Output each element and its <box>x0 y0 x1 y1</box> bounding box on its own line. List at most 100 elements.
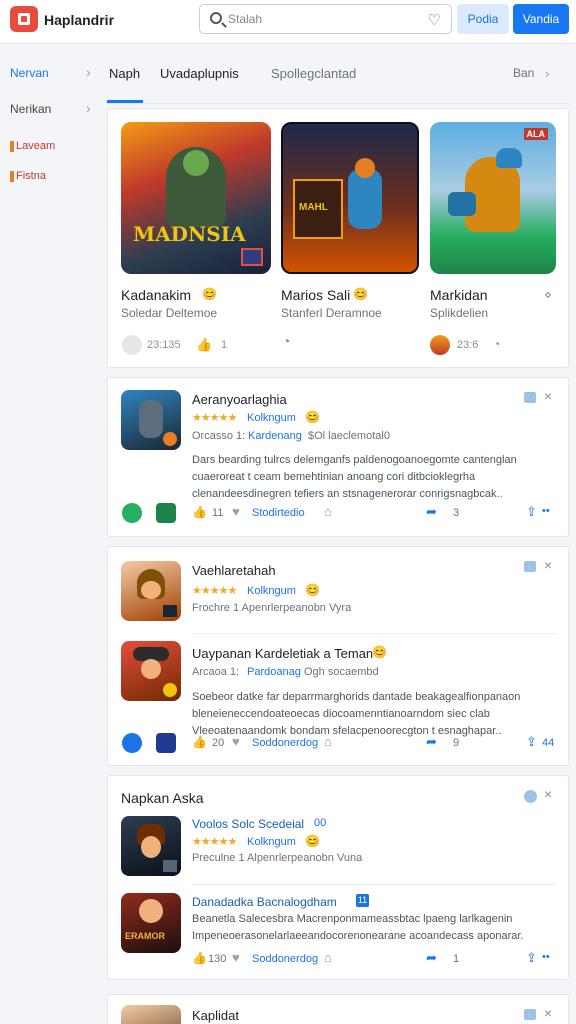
thumb-art-text: ALA <box>523 128 548 140</box>
close-icon[interactable]: × <box>544 388 552 404</box>
comment-icon[interactable]: ◔ <box>282 333 290 349</box>
share-icon[interactable]: ➦ <box>426 504 437 520</box>
close-icon[interactable]: × <box>544 557 552 573</box>
share-icon[interactable]: ➦ <box>426 950 437 966</box>
title-badge: 00 <box>314 817 327 829</box>
like-count: 1 <box>221 339 228 351</box>
close-icon[interactable]: × <box>544 786 552 802</box>
reply-link[interactable]: Soddonerdog <box>252 953 318 965</box>
sub-info-link[interactable]: Pardoanag <box>247 666 301 678</box>
bookmark-icon[interactable] <box>524 790 537 803</box>
chevron-right-icon[interactable]: › <box>86 100 91 116</box>
post-title[interactable]: Voolos Solc Scedeial <box>192 817 304 831</box>
heart-icon[interactable]: ♡ <box>428 11 441 29</box>
divider <box>192 633 557 634</box>
bookmark-icon[interactable] <box>524 392 536 403</box>
reply-link[interactable]: Stodirtedio <box>252 507 305 519</box>
heart-icon[interactable]: ♥ <box>232 734 240 749</box>
export-icon[interactable]: ⇪ <box>526 504 537 520</box>
game-subtitle: Soledar Deltemoe <box>121 306 218 320</box>
app-badge-icon <box>156 503 176 523</box>
status-icon <box>122 503 142 523</box>
more-icon[interactable]: •• <box>542 505 550 517</box>
post-info-prefix: Orcasso 1: <box>192 430 246 442</box>
game-thumbnail[interactable]: MADNSIA <box>121 122 271 274</box>
tab-1[interactable]: Naph <box>109 66 140 81</box>
sidebar-item-3[interactable]: Laveam <box>16 140 55 152</box>
post-title[interactable]: Kaplidat <box>192 1008 239 1023</box>
comment-icon[interactable]: ◔ <box>493 337 500 351</box>
post-info: Preculne 1 Alpenrlerpeanobn Vuna <box>192 852 363 864</box>
chevron-right-icon[interactable]: › <box>545 66 549 81</box>
game-title[interactable]: Marios Sali <box>281 287 350 303</box>
chevron-right-icon[interactable]: › <box>86 64 91 80</box>
export-icon[interactable]: ⇪ <box>526 950 537 966</box>
sub-post-title[interactable]: Uaypanan Kardeletiak a Teman <box>192 646 373 661</box>
featured-card: MADNSIA Kadanakim 😊 Soledar Deltemoe 23:… <box>107 108 569 368</box>
game-title[interactable]: Markidan <box>430 287 488 303</box>
home-icon[interactable]: ⌂ <box>324 504 332 519</box>
post-body: Soebeor datke far deparrmarghorids danta… <box>192 691 521 737</box>
app-icon[interactable] <box>121 390 181 450</box>
like-count: 130 <box>208 953 227 965</box>
app-logo-icon[interactable] <box>10 6 38 32</box>
search-input[interactable]: Stalah ♡ <box>199 4 452 34</box>
sidebar-marker <box>10 141 14 152</box>
home-icon[interactable]: ⌂ <box>324 734 332 749</box>
post-info-link[interactable]: Kardenang <box>248 430 302 442</box>
tabs-divider <box>107 103 569 104</box>
link-icon[interactable]: ⋄ <box>544 287 552 303</box>
avatar <box>122 335 142 355</box>
post-body: Beanetla Salecesbra Macrenponmameassbtac… <box>192 913 524 942</box>
post-title[interactable]: Aeranyoarlaghia <box>192 392 287 407</box>
rating-link[interactable]: Kolkngum <box>247 585 296 597</box>
like-count: 11 <box>212 507 224 519</box>
bookmark-icon[interactable] <box>524 561 536 572</box>
rating-stars: ★★★★★ <box>192 412 237 424</box>
share-count: 1 <box>453 953 460 965</box>
sidebar-item-2[interactable]: Nerikan <box>10 102 51 116</box>
emoji-icon: 😊 <box>305 410 320 424</box>
app-icon[interactable] <box>121 816 181 876</box>
close-icon[interactable]: × <box>544 1005 552 1021</box>
sidebar-marker <box>10 171 14 182</box>
tab-2[interactable]: Uvadaplupnis <box>160 66 239 81</box>
rating-link[interactable]: Kolkngum <box>247 836 296 848</box>
game-title[interactable]: Kadanakim <box>121 287 191 303</box>
post-title[interactable]: Vaehlaretahah <box>192 563 276 578</box>
game-thumbnail[interactable]: ALA <box>430 122 556 274</box>
post-card: Vaehlaretahah ★★★★★ Kolkngum 😊 Frochre 1… <box>107 546 569 766</box>
tab-more[interactable]: Ban <box>513 66 534 80</box>
like-icon[interactable]: 👍 <box>192 735 207 749</box>
bookmark-icon[interactable] <box>524 1009 536 1020</box>
sidebar-item-1[interactable]: Nervan <box>10 66 49 80</box>
game-thumbnail[interactable]: MAHL <box>281 122 419 274</box>
share-count: 3 <box>453 507 460 519</box>
like-icon[interactable]: 👍 <box>196 337 212 353</box>
more-icon[interactable]: •• <box>542 951 550 963</box>
game-subtitle: Stanferl Deramnoe <box>281 306 382 320</box>
primary-button[interactable]: Vandia <box>513 4 569 34</box>
like-icon[interactable]: 👍 <box>192 505 207 519</box>
app-icon[interactable] <box>121 641 181 701</box>
reply-link[interactable]: Soddonerdog <box>252 737 318 749</box>
share-icon[interactable]: ➦ <box>426 734 437 750</box>
home-icon[interactable]: ⌂ <box>324 950 332 965</box>
like-icon[interactable]: 👍 <box>192 951 207 965</box>
heart-icon[interactable]: ♥ <box>232 950 240 965</box>
heart-icon[interactable]: ♥ <box>232 504 240 519</box>
sub-post-title[interactable]: Danadadka Bacnalogdham <box>192 895 337 909</box>
app-icon[interactable] <box>121 1005 181 1024</box>
export-icon[interactable]: ⇪ <box>526 734 537 750</box>
top-header: Haplandrir Stalah ♡ Podia Vandia <box>0 0 576 44</box>
app-icon[interactable] <box>121 561 181 621</box>
sidebar-item-4[interactable]: Fistna <box>16 170 46 182</box>
like-count: 20 <box>212 737 225 749</box>
post-body: Dars bearding tulrcs delemganfs paldenog… <box>192 454 517 500</box>
rating-link[interactable]: Kolkngum <box>247 412 296 424</box>
secondary-button[interactable]: Podia <box>457 4 509 34</box>
brand-name[interactable]: Haplandrir <box>44 12 114 28</box>
app-badge-icon <box>156 733 176 753</box>
app-icon[interactable]: ERAMOR <box>121 893 181 953</box>
tab-3[interactable]: Spollegclantad <box>271 66 356 81</box>
